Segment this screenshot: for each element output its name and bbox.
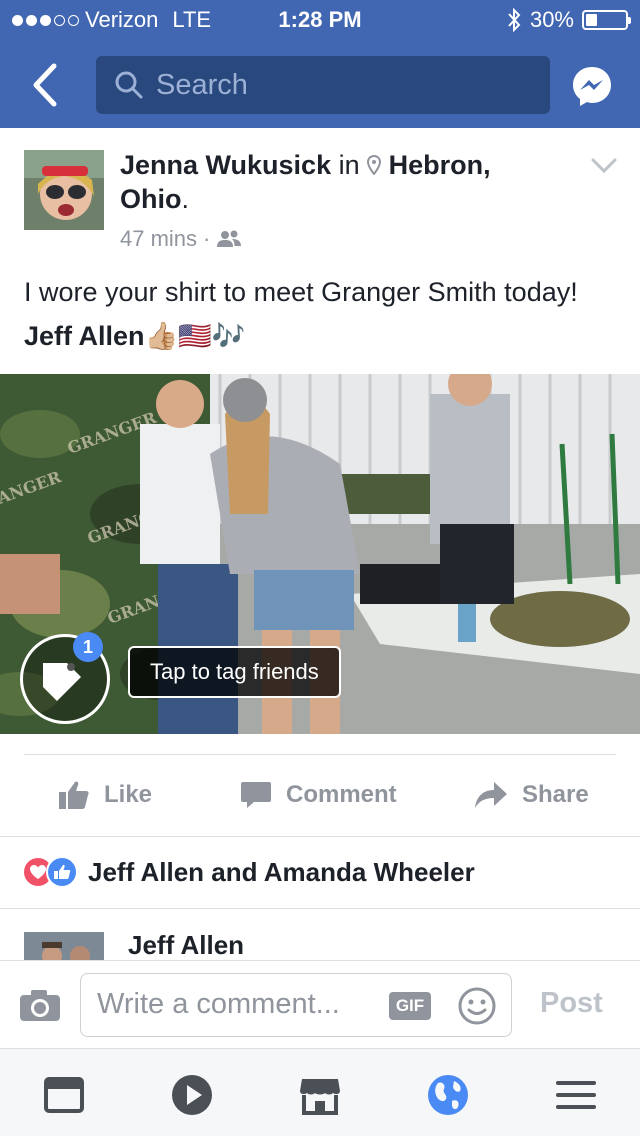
actions-divider-top [24, 754, 616, 755]
reactions-summary[interactable]: Jeff Allen and Amanda Wheeler [22, 856, 475, 888]
search-icon [115, 71, 143, 99]
top-bar: Verizon LTE 1:28 PM 30% Search [0, 0, 640, 128]
news-feed-icon[interactable] [42, 1073, 86, 1117]
messenger-icon[interactable] [570, 64, 614, 108]
commenter-avatar[interactable] [24, 932, 104, 962]
post-emojis: 👍🏼🇺🇸🎶 [144, 321, 246, 351]
post-text: I wore your shirt to meet Granger Smith … [24, 270, 624, 358]
share-arrow-icon [475, 782, 507, 808]
back-arrow-icon[interactable] [26, 62, 66, 108]
tagged-person[interactable]: Jeff Allen [24, 321, 145, 351]
search-placeholder: Search [156, 68, 248, 101]
post-photo[interactable]: GRANGER ANGER GRANGER GRANGER 1 Tap to t… [0, 374, 640, 734]
notifications-globe-icon[interactable] [426, 1073, 470, 1117]
like-reaction-icon [46, 856, 78, 888]
thumbs-up-icon [59, 781, 89, 809]
author-name[interactable]: Jenna Wukusick [120, 150, 331, 180]
commenter-name[interactable]: Jeff Allen [128, 930, 244, 961]
reaction-names: Jeff Allen and Amanda Wheeler [88, 856, 475, 887]
gif-button[interactable]: GIF [389, 992, 431, 1020]
bottom-tab-bar [0, 1048, 640, 1136]
tag-count-badge: 1 [73, 632, 103, 662]
reactions-divider-top [0, 836, 640, 837]
search-bar[interactable]: Search [96, 56, 550, 114]
post-comment-button[interactable]: Post [540, 987, 603, 1020]
battery-fill [586, 14, 597, 26]
menu-hamburger-icon[interactable] [554, 1073, 598, 1117]
comment-placeholder: Write a comment... [97, 988, 340, 1020]
post-time[interactable]: 47 mins [120, 226, 197, 252]
camera-icon[interactable] [18, 987, 62, 1023]
share-label: Share [522, 781, 589, 808]
bluetooth-icon [508, 7, 521, 33]
comments-divider-top [0, 908, 640, 909]
comment-input[interactable]: Write a comment... GIF [80, 973, 512, 1037]
meta-separator: · [203, 226, 211, 251]
comment-button[interactable]: Comment [240, 780, 397, 810]
video-play-icon[interactable] [170, 1073, 214, 1117]
comment-icon [241, 782, 271, 808]
comment-composer: Write a comment... GIF Post [0, 960, 640, 1048]
like-label: Like [104, 781, 153, 808]
location-pin-icon [367, 154, 382, 176]
share-button[interactable]: Share [474, 780, 589, 810]
like-button[interactable]: Like [58, 780, 152, 810]
post-body: I wore your shirt to meet Granger Smith … [24, 277, 578, 307]
tag-tooltip[interactable]: Tap to tag friends [128, 646, 341, 698]
in-word: in [338, 150, 360, 180]
post-author-line: Jenna Wukusick in Hebron, Ohio. [120, 150, 491, 214]
status-right: 30% [506, 7, 631, 33]
chevron-down-icon[interactable] [590, 156, 618, 176]
sticker-smiley-icon[interactable] [457, 986, 497, 1026]
friends-audience-icon[interactable] [216, 229, 242, 249]
post-actions: Like Comment Share [0, 766, 640, 826]
marketplace-icon[interactable] [298, 1073, 342, 1117]
battery-icon [582, 10, 631, 30]
battery-percent: 30% [529, 7, 574, 32]
comment-label: Comment [286, 781, 397, 808]
author-avatar[interactable] [24, 150, 104, 230]
post-meta: 47 mins · [120, 226, 242, 252]
status-bar: Verizon LTE 1:28 PM 30% [0, 0, 640, 40]
